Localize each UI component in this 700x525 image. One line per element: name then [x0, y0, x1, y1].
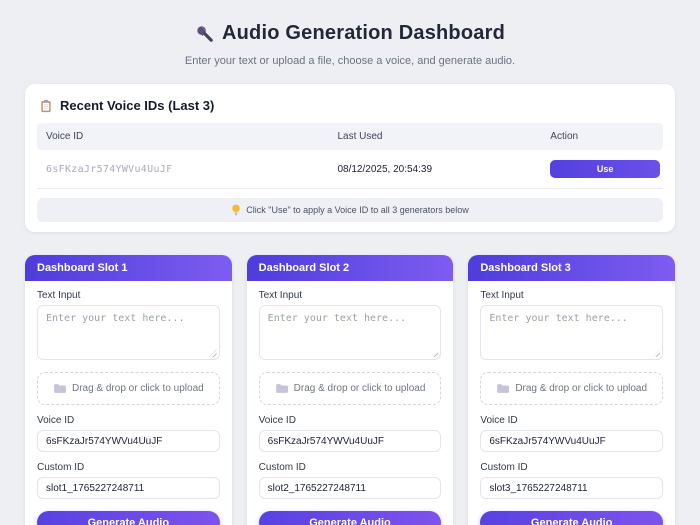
- text-input-label: Text Input: [37, 290, 220, 301]
- generate-audio-button[interactable]: Generate Audio: [37, 511, 220, 525]
- slot-1-body: Text Input Drag & drop or click to uploa…: [25, 281, 232, 525]
- voice-id-label: Voice ID: [259, 415, 442, 426]
- dashboard-slot-1: Dashboard Slot 1 Text Input Drag & drop …: [25, 255, 232, 525]
- custom-id-input[interactable]: [259, 477, 442, 499]
- action-cell: Use: [550, 160, 663, 178]
- upload-label: Drag & drop or click to upload: [72, 383, 204, 394]
- dashboard-slot-3: Dashboard Slot 3 Text Input Drag & drop …: [468, 255, 675, 525]
- clipboard-icon: [39, 99, 53, 113]
- page-title: Audio Generation Dashboard: [195, 22, 505, 45]
- main-container: Recent Voice IDs (Last 3) Voice ID Last …: [25, 84, 675, 525]
- column-header-action: Action: [550, 131, 663, 142]
- text-input[interactable]: [259, 305, 442, 360]
- custom-id-label: Custom ID: [37, 462, 220, 473]
- recent-voice-table: Voice ID Last Used Action 6sFKzaJr574YWV…: [37, 123, 663, 189]
- page-title-text: Audio Generation Dashboard: [222, 22, 505, 45]
- column-header-last-used: Last Used: [337, 131, 550, 142]
- slot-2-header: Dashboard Slot 2: [247, 255, 454, 281]
- custom-id-input[interactable]: [480, 477, 663, 499]
- voice-id-label: Voice ID: [37, 415, 220, 426]
- slot-1-header: Dashboard Slot 1: [25, 255, 232, 281]
- folder-icon: [496, 383, 509, 394]
- page-subtitle: Enter your text or upload a file, choose…: [0, 55, 700, 67]
- tip-bar: Click "Use" to apply a Voice ID to all 3…: [37, 198, 663, 222]
- tip-text: Click "Use" to apply a Voice ID to all 3…: [246, 205, 469, 215]
- folder-icon: [275, 383, 288, 394]
- slot-2-body: Text Input Drag & drop or click to uploa…: [247, 281, 454, 525]
- voice-id-input[interactable]: [259, 430, 442, 452]
- text-input-label: Text Input: [480, 290, 663, 301]
- upload-dropzone[interactable]: Drag & drop or click to upload: [259, 372, 442, 405]
- microphone-icon: [195, 24, 214, 43]
- generate-audio-button[interactable]: Generate Audio: [259, 511, 442, 525]
- slot-3-body: Text Input Drag & drop or click to uploa…: [468, 281, 675, 525]
- upload-dropzone[interactable]: Drag & drop or click to upload: [480, 372, 663, 405]
- column-header-voice-id: Voice ID: [37, 131, 337, 142]
- custom-id-label: Custom ID: [259, 462, 442, 473]
- voice-id-cell: 6sFKzaJr574YWVu4UuJF: [37, 164, 337, 175]
- dashboard-slot-2: Dashboard Slot 2 Text Input Drag & drop …: [247, 255, 454, 525]
- voice-id-input[interactable]: [480, 430, 663, 452]
- use-button[interactable]: Use: [550, 160, 660, 178]
- dashboard-slots-row: Dashboard Slot 1 Text Input Drag & drop …: [25, 255, 675, 525]
- last-used-cell: 08/12/2025, 20:54:39: [337, 164, 550, 175]
- table-header-row: Voice ID Last Used Action: [37, 123, 663, 150]
- text-input-label: Text Input: [259, 290, 442, 301]
- custom-id-label: Custom ID: [480, 462, 663, 473]
- upload-dropzone[interactable]: Drag & drop or click to upload: [37, 372, 220, 405]
- recent-card-title: Recent Voice IDs (Last 3): [37, 96, 663, 113]
- text-input[interactable]: [480, 305, 663, 360]
- page-header: Audio Generation Dashboard Enter your te…: [0, 0, 700, 67]
- recent-voice-ids-card: Recent Voice IDs (Last 3) Voice ID Last …: [25, 84, 675, 232]
- text-input[interactable]: [37, 305, 220, 360]
- voice-id-label: Voice ID: [480, 415, 663, 426]
- upload-label: Drag & drop or click to upload: [515, 383, 647, 394]
- generate-audio-button[interactable]: Generate Audio: [480, 511, 663, 525]
- table-row: 6sFKzaJr574YWVu4UuJF 08/12/2025, 20:54:3…: [37, 150, 663, 189]
- upload-label: Drag & drop or click to upload: [294, 383, 426, 394]
- folder-icon: [53, 383, 66, 394]
- custom-id-input[interactable]: [37, 477, 220, 499]
- voice-id-input[interactable]: [37, 430, 220, 452]
- recent-card-title-text: Recent Voice IDs (Last 3): [60, 98, 214, 113]
- slot-3-header: Dashboard Slot 3: [468, 255, 675, 281]
- lightbulb-icon: [231, 204, 241, 216]
